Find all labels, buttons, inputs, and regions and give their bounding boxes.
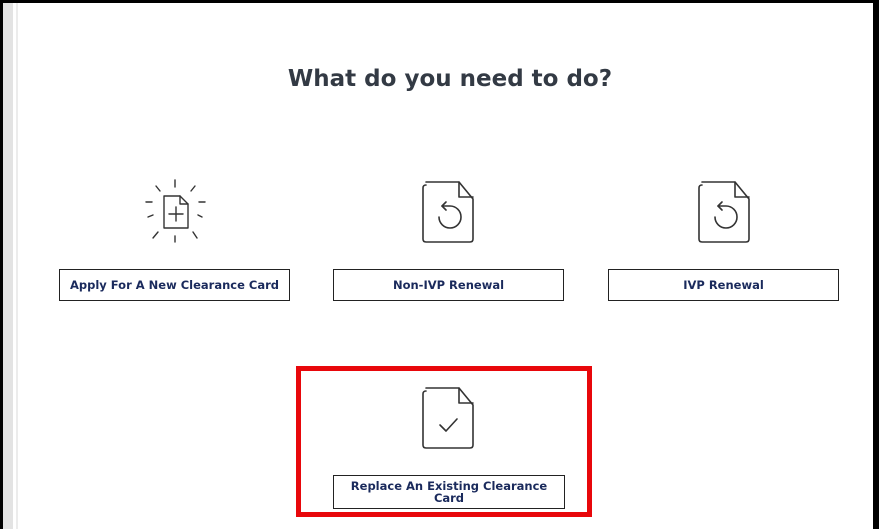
document-renew-icon bbox=[420, 177, 476, 245]
page-title: What do you need to do? bbox=[287, 66, 613, 92]
ivp-renewal-button[interactable]: IVP Renewal bbox=[608, 269, 839, 301]
non-ivp-renewal-button[interactable]: Non-IVP Renewal bbox=[333, 269, 564, 301]
document-renew-icon bbox=[696, 177, 752, 245]
apply-new-card-button[interactable]: Apply For A New Clearance Card bbox=[59, 269, 290, 301]
document-plus-icon bbox=[140, 176, 210, 246]
selection-highlight bbox=[296, 366, 592, 517]
